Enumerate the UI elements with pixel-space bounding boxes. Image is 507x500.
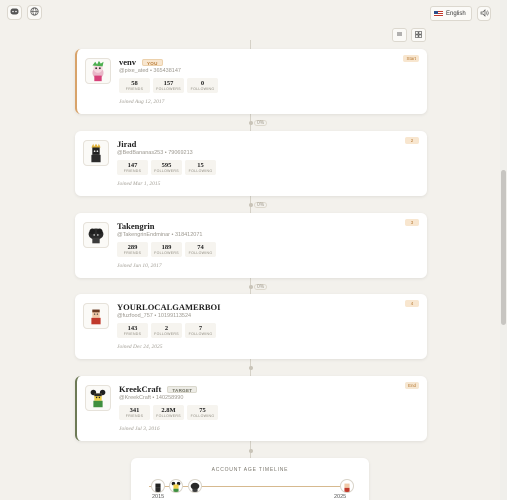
followers-stat: 2.8M FOLLOWERS [153, 405, 184, 420]
grid-icon [415, 30, 422, 40]
grid-view-button[interactable] [411, 28, 426, 42]
following-stat: 15 FOLLOWING [185, 160, 216, 175]
discord-icon [10, 8, 19, 17]
user-card[interactable]: venv YOU @pixe_ated • 365438147 58 FRIENDS… [75, 49, 427, 114]
join-date: Joined Jun 10, 2017 [117, 263, 162, 269]
language-label: English [446, 10, 466, 17]
friends-stat: 147 FRIENDS [117, 160, 148, 175]
stats-row: 341 FRIENDS 2.8M FOLLOWERS 75 FOLLOWING [119, 405, 218, 420]
discord-button[interactable] [7, 5, 22, 20]
timeline-title: ACCOUNT AGE TIMELINE [211, 467, 289, 473]
language-selector[interactable]: English [430, 6, 472, 21]
step-badge: Start [403, 55, 419, 62]
followers-stat: 2 FOLLOWERS [151, 323, 182, 338]
sound-toggle-button[interactable] [477, 6, 491, 21]
timeline-marker[interactable] [151, 479, 165, 493]
friends-stat: 58 FRIENDS [119, 78, 150, 93]
stats-row: 289 FRIENDS 189 FOLLOWERS 74 FOLLOWING [117, 242, 216, 257]
timeline-marker[interactable] [169, 479, 183, 493]
user-card[interactable]: Takengrin @TakengrinEndminar • 318412071… [75, 213, 427, 278]
following-stat: 7 FOLLOWING [185, 323, 216, 338]
join-date: Joined Dec 24, 2025 [117, 344, 163, 350]
connector-dot [248, 121, 253, 125]
stats-row: 143 FRIENDS 2 FOLLOWERS 7 FOLLOWING [117, 323, 216, 338]
globe-button[interactable] [27, 5, 42, 20]
following-stat: 74 FOLLOWING [185, 242, 216, 257]
user-card[interactable]: KreekCraft TARGET @KreekCraft • 140258990… [75, 376, 427, 441]
you-badge: YOU [142, 58, 163, 66]
timeline-start-year: 2015 [152, 494, 165, 500]
stats-row: 58 FRIENDS 157 FOLLOWERS 0 FOLLOWING [119, 78, 218, 93]
user-handle: @fuzfood_757 • 10199113524 [117, 313, 192, 319]
connector-percent: 0% [254, 202, 268, 208]
globe-icon [30, 7, 39, 18]
step-badge: 2 [405, 137, 419, 144]
stats-row: 147 FRIENDS 595 FOLLOWERS 15 FOLLOWING [117, 160, 216, 175]
connector-dot [248, 285, 253, 289]
connector-percent: 0% [254, 120, 268, 126]
speaker-icon [480, 8, 489, 19]
step-badge: 3 [405, 219, 419, 226]
target-badge: TARGET [167, 385, 198, 393]
followers-stat: 595 FOLLOWERS [151, 160, 182, 175]
user-card[interactable]: YOURLOCALGAMERBOI @fuzfood_757 • 1019911… [75, 294, 427, 359]
followers-stat: 189 FOLLOWERS [151, 242, 182, 257]
step-badge: End [404, 382, 419, 389]
user-card[interactable]: Jirad @BedBananas253 • 79069213 147 FRIEN… [75, 131, 427, 196]
join-date: Joined Jul 3, 2016 [119, 426, 160, 432]
avatar [83, 140, 109, 166]
username: venv YOU [119, 57, 163, 67]
friends-stat: 289 FRIENDS [117, 242, 148, 257]
join-date: Joined Mar 1, 2015 [117, 181, 161, 187]
list-view-button[interactable] [392, 28, 407, 42]
account-age-timeline: ACCOUNT AGE TIMELINE 2015 2025 [131, 458, 369, 500]
friends-stat: 341 FRIENDS [119, 405, 150, 420]
connector-dot [248, 203, 253, 207]
user-handle: @pixe_ated • 365438147 [119, 68, 181, 74]
following-stat: 0 FOLLOWING [187, 78, 218, 93]
user-handle: @TakengrinEndminar • 318412071 [117, 232, 203, 238]
user-handle: @BedBananas253 • 79069213 [117, 150, 193, 156]
username: Takengrin [117, 221, 155, 231]
scrollbar-thumb[interactable] [501, 170, 506, 325]
step-badge: 4 [405, 300, 419, 307]
list-icon [396, 31, 403, 39]
user-handle: @KreekCraft • 140258990 [119, 395, 184, 401]
connector-dot [248, 449, 253, 453]
avatar [83, 222, 109, 248]
avatar [85, 385, 111, 411]
timeline-end-year: 2025 [334, 494, 347, 500]
followers-stat: 157 FOLLOWERS [153, 78, 184, 93]
us-flag-icon [434, 10, 443, 17]
username: YOURLOCALGAMERBOI [117, 302, 221, 312]
connector-percent: 0% [254, 284, 268, 290]
avatar [83, 303, 109, 329]
timeline-marker[interactable] [188, 479, 202, 493]
connector-dot [248, 366, 253, 370]
timeline-marker[interactable] [340, 479, 354, 493]
username: KreekCraft TARGET [119, 384, 198, 394]
friends-stat: 143 FRIENDS [117, 323, 148, 338]
following-stat: 75 FOLLOWING [187, 405, 218, 420]
username: Jirad [117, 139, 137, 149]
join-date: Joined Aug 12, 2017 [119, 99, 165, 105]
avatar [85, 58, 111, 84]
